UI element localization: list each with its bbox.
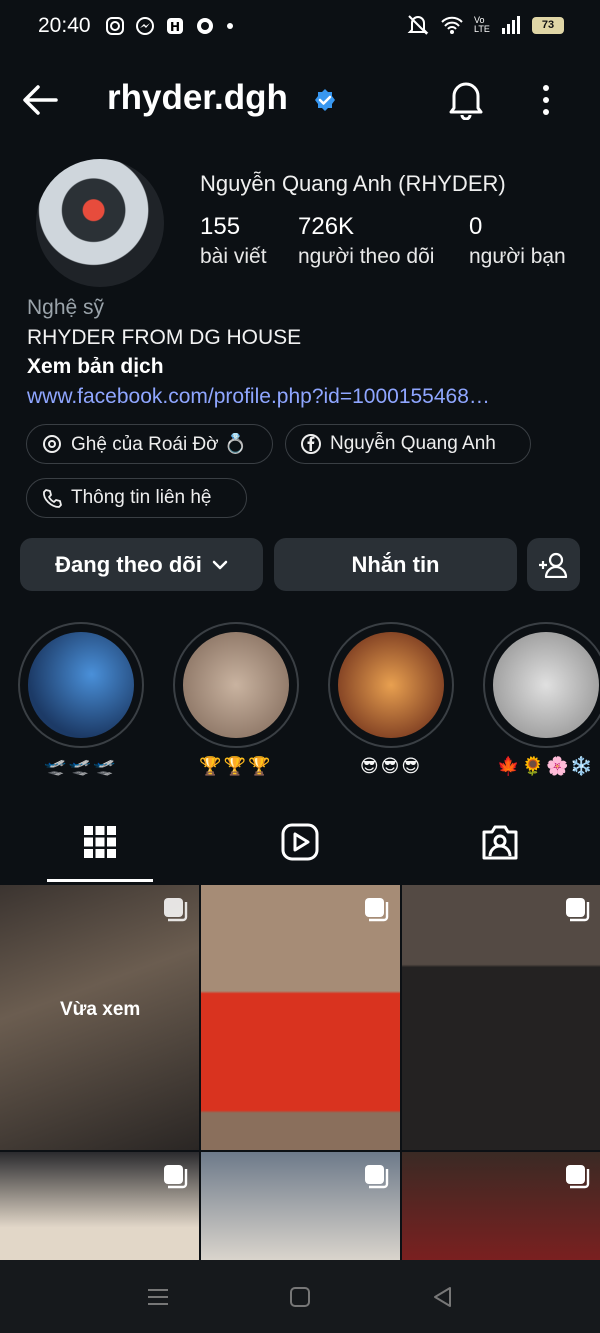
full-name: Nguyễn Quang Anh (RHYDER) — [200, 171, 506, 196]
highlight-cover — [338, 632, 444, 738]
facebook-chip[interactable]: Nguyễn Quang Anh — [285, 424, 531, 464]
story-highlight[interactable]: 🏆🏆🏆 — [173, 622, 299, 777]
status-system-icons: Vo LTE 73 — [406, 14, 564, 36]
back-arrow-icon[interactable] — [20, 80, 60, 120]
suggested-users-button[interactable] — [527, 538, 580, 591]
wifi-icon — [441, 16, 463, 34]
more-options-icon[interactable] — [535, 82, 557, 118]
carousel-icon — [164, 1165, 188, 1189]
post-thumbnail[interactable] — [402, 885, 600, 1150]
stat-label: người bạn — [469, 245, 566, 268]
highlight-label: 🍁🌻🌸❄️ — [497, 756, 595, 776]
username: rhyder.dgh — [107, 78, 288, 117]
stat-value: 726K — [298, 213, 355, 240]
highlight-ring — [18, 622, 144, 748]
stat-followers[interactable]: 726K người theo dõi — [298, 213, 434, 269]
see-translation-link[interactable]: Xem bản dịch — [27, 355, 164, 379]
reels-icon[interactable] — [280, 822, 320, 862]
verified-badge-icon — [315, 89, 335, 111]
posts-grid-icon[interactable] — [80, 822, 120, 862]
contact-info-chip[interactable]: Thông tin liên hệ — [26, 478, 247, 518]
chip-label: Ghệ của Roái Đờ 💍 — [71, 434, 248, 455]
stat-friends[interactable]: 0 người bạn — [469, 213, 566, 269]
signal-icon — [502, 16, 520, 34]
threads-icon — [43, 435, 61, 453]
nav-back-icon[interactable] — [430, 1284, 456, 1310]
post-thumbnail[interactable] — [402, 1152, 600, 1260]
carousel-icon — [164, 898, 188, 922]
post-thumbnail[interactable] — [201, 885, 400, 1150]
highlight-cover — [493, 632, 599, 738]
active-tab-indicator — [47, 879, 153, 882]
instagram-icon — [105, 17, 124, 35]
threads-chip[interactable]: Ghệ của Roái Đờ 💍 — [26, 424, 273, 464]
profile-bio: RHYDER FROM DG HOUSE — [27, 326, 302, 349]
facebook-icon — [301, 434, 321, 454]
message-button[interactable]: Nhắn tin — [274, 538, 517, 591]
highlight-ring — [173, 622, 299, 748]
highlight-ring — [328, 622, 454, 748]
highlight-label: 😎😎😎 — [359, 756, 423, 776]
chip-label: Thông tin liên hệ — [71, 487, 212, 508]
system-nav-bar — [0, 1260, 600, 1333]
message-label: Nhắn tin — [351, 551, 440, 577]
add-user-icon — [538, 552, 567, 578]
profile-tabs — [0, 810, 600, 884]
story-highlight[interactable]: 🍁🌻🌸❄️ — [483, 622, 600, 777]
svg-text:H: H — [170, 20, 180, 34]
story-highlight[interactable]: 🛫🛫🛫 — [18, 622, 144, 777]
carousel-icon — [566, 898, 590, 922]
post-thumbnail[interactable] — [0, 1152, 199, 1260]
profile-header: rhyder.dgh — [0, 60, 600, 140]
recent-apps-icon[interactable] — [145, 1284, 171, 1310]
highlight-label: 🏆🏆🏆 — [199, 756, 273, 776]
globe-icon — [196, 18, 213, 34]
phone-icon — [43, 489, 62, 508]
profile-category: Nghệ sỹ — [27, 296, 105, 319]
stat-label: người theo dõi — [298, 245, 435, 268]
profile-avatar[interactable] — [36, 159, 164, 287]
highlight-ring — [483, 622, 600, 748]
post-thumbnail[interactable] — [201, 1152, 400, 1260]
carousel-icon — [365, 898, 389, 922]
post-thumbnail[interactable]: Vừa xem — [0, 885, 199, 1150]
tagged-icon[interactable] — [480, 822, 520, 862]
chevron-down-icon — [212, 560, 228, 569]
mute-icon — [407, 15, 429, 35]
stat-label: bài viết — [200, 245, 267, 268]
status-notification-icons: H — [105, 16, 235, 36]
following-button[interactable]: Đang theo dõi — [20, 538, 263, 591]
status-time: 20:40 — [38, 14, 91, 37]
highlight-cover — [183, 632, 289, 738]
app-h-icon: H — [166, 18, 183, 34]
battery-icon: 73 — [532, 16, 564, 34]
stat-value: 155 — [200, 213, 241, 240]
story-highlight[interactable]: 😎😎😎 — [328, 622, 454, 777]
messenger-icon — [135, 17, 154, 35]
status-bar: 20:40 H Vo LTE 73 — [0, 0, 600, 52]
chip-label: Nguyễn Quang Anh — [330, 433, 496, 454]
carousel-icon — [566, 1165, 590, 1189]
stat-value: 0 — [469, 213, 483, 240]
stat-posts[interactable]: 155 bài viết — [200, 213, 267, 269]
following-label: Đang theo dõi — [55, 551, 202, 577]
highlight-cover — [28, 632, 134, 738]
highlight-label: 🛫🛫🛫 — [44, 756, 118, 776]
carousel-icon — [365, 1165, 389, 1189]
bell-icon[interactable] — [446, 78, 486, 120]
home-icon[interactable] — [287, 1284, 313, 1310]
volte-label: Vo LTE — [474, 15, 490, 34]
recently-viewed-label: Vừa xem — [60, 999, 141, 1020]
profile-link[interactable]: www.facebook.com/profile.php?id=10001554… — [27, 385, 490, 409]
dot-icon — [226, 23, 233, 29]
